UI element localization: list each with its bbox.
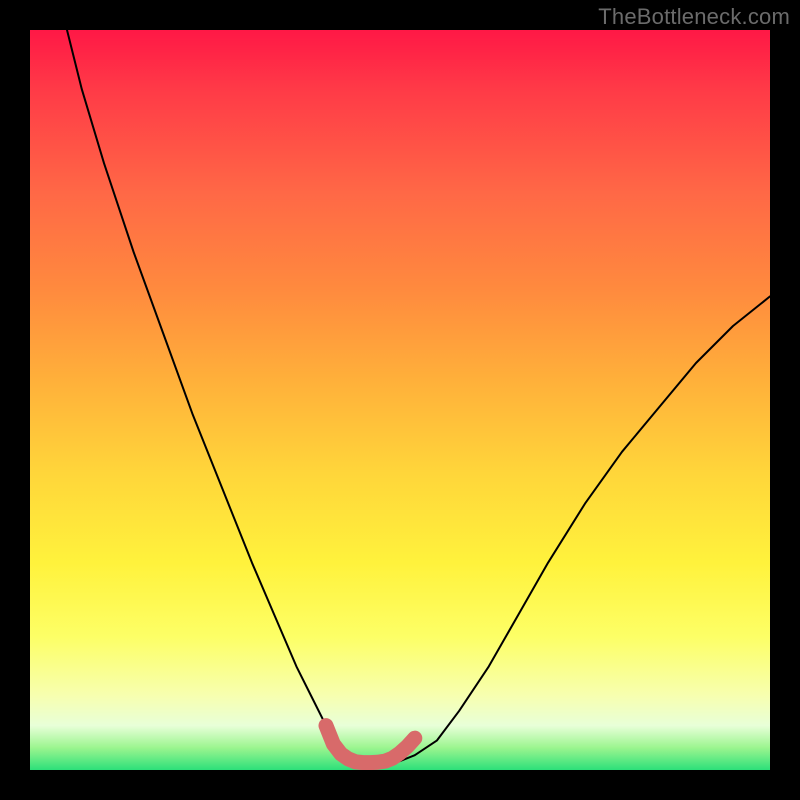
bottleneck-curve [67, 30, 770, 763]
watermark-text: TheBottleneck.com [598, 4, 790, 30]
minimum-marker [326, 726, 415, 763]
chart-overlay [30, 30, 770, 770]
plot-area [30, 30, 770, 770]
chart-frame: TheBottleneck.com [0, 0, 800, 800]
